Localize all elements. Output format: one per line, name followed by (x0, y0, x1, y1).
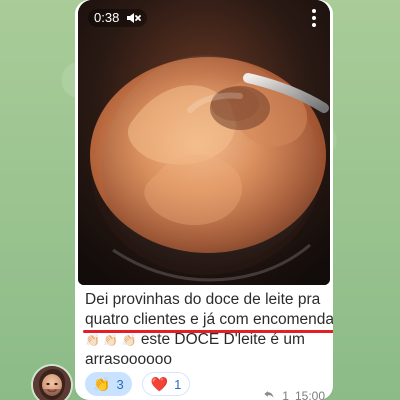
avatar-image (33, 366, 71, 400)
reactions-bar: 👏 3 ❤️ 1 (85, 372, 191, 396)
message-line-1: Dei provinhas do doce de leite pra (85, 291, 321, 308)
kebab-dot-1 (312, 9, 316, 13)
message-bubble[interactable]: 0:38 Dei provinhas do doce de leite pra (75, 0, 333, 400)
reply-icon[interactable] (262, 387, 276, 400)
video-thumbnail[interactable]: 0:38 (78, 0, 330, 285)
message-meta: 1 15:00 (262, 387, 325, 400)
video-overlay: 0:38 (78, 0, 330, 36)
reply-count: 1 (282, 388, 289, 400)
message-line-2: quatro clientes e já com encomendas (83, 310, 333, 333)
kebab-dot-2 (312, 16, 316, 20)
reaction-heart[interactable]: ❤️ 1 (141, 372, 191, 396)
clap-emojis: 👏🏻 👏🏻 👏🏻 (85, 333, 137, 347)
volume-muted-svg (127, 13, 142, 23)
underlined-text: quatro clientes e já com encomendas (83, 310, 333, 333)
heart-icon: ❤️ (150, 375, 169, 392)
message-line-3-text: este DOCE D'leite é um (140, 331, 305, 348)
chat-screen: 0:38 Dei provinhas do doce de leite pra (0, 0, 400, 400)
video-time-pill: 0:38 (88, 9, 148, 27)
video-time: 0:38 (94, 10, 120, 25)
doce-de-leite-image (78, 0, 330, 285)
message-time: 15:00 (294, 388, 325, 400)
avatar[interactable] (33, 366, 71, 400)
message-text: Dei provinhas do doce de leite pra quatr… (83, 290, 333, 370)
reaction-clap[interactable]: 👏 3 (85, 372, 132, 396)
clapping-hands-icon: 👏 (93, 375, 111, 392)
kebab-menu-icon[interactable] (306, 8, 322, 28)
message-line-3: 👏🏻 👏🏻 👏🏻 este DOCE D'leite é um (85, 330, 325, 350)
reaction-count-clap: 3 (116, 376, 124, 392)
message-line-4: arrasoooooo (85, 351, 173, 368)
reaction-count-heart: 1 (174, 376, 182, 392)
kebab-dot-3 (312, 23, 316, 27)
volume-muted-icon[interactable] (125, 10, 142, 26)
reply-svg (264, 391, 274, 399)
